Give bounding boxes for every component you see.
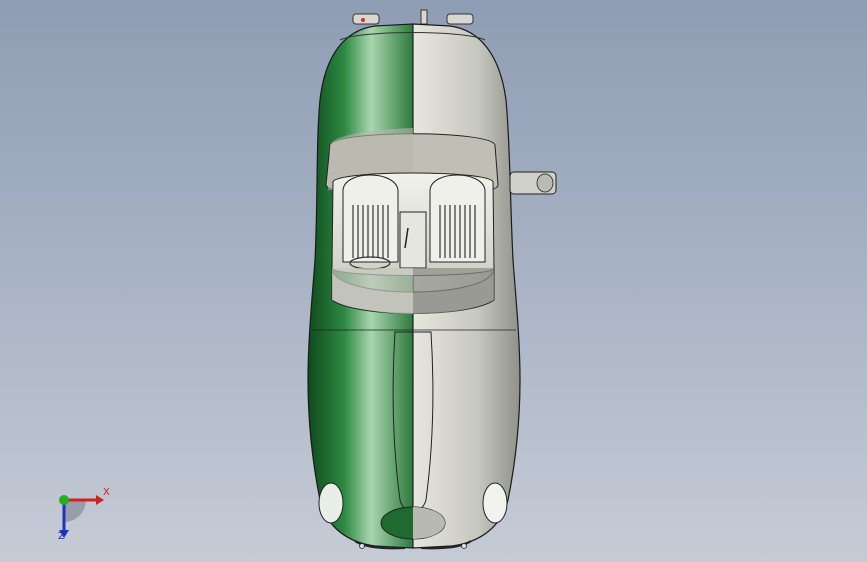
headlight-right [482,482,508,524]
graphics-viewport[interactable]: X Z [0,0,867,562]
wing-mirror [509,171,557,195]
seat-left [342,174,399,263]
car-model[interactable] [0,0,867,562]
rear-bumper [352,9,474,25]
x-axis-label: X [103,487,110,498]
center-console [399,211,427,269]
z-axis-label: Z [58,531,65,542]
y-axis-dot [59,495,69,505]
seat-right [429,174,486,263]
headlight-left [318,482,344,524]
